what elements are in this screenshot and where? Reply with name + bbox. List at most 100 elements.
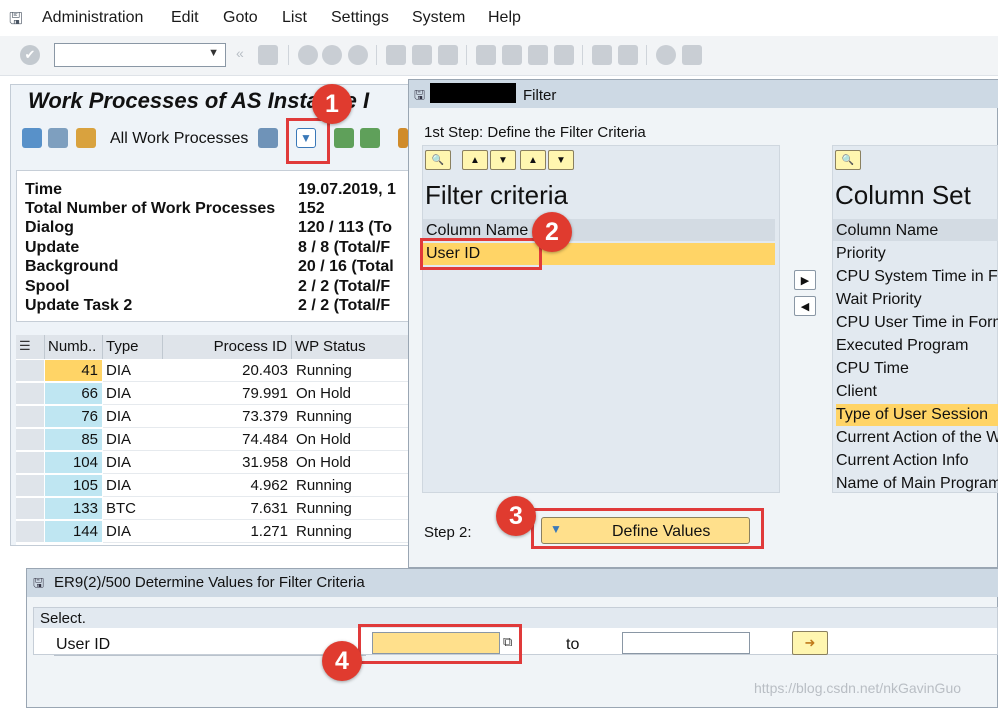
info-label: Background xyxy=(25,258,119,275)
move-down-icon[interactable]: ▼ xyxy=(490,150,516,170)
to-label: to xyxy=(566,636,580,653)
table-row[interactable]: 133 BTC 7.631 Running xyxy=(16,498,410,521)
sort-descending-icon[interactable] xyxy=(360,128,380,148)
cell-number: 144 xyxy=(45,521,102,543)
menu-system[interactable]: System xyxy=(412,9,465,27)
find-icon[interactable]: 🔍 xyxy=(425,150,451,170)
table-row[interactable]: 66 DIA 79.991 On Hold xyxy=(16,383,410,406)
step1-label: 1st Step: Define the Filter Criteria xyxy=(424,124,646,141)
dropdown-arrow-icon[interactable]: ▼ xyxy=(208,47,219,59)
table-row[interactable]: 104 DIA 31.958 On Hold xyxy=(16,452,410,475)
cell-number: 76 xyxy=(45,406,102,428)
column-set-item[interactable]: Priority xyxy=(836,243,998,265)
toolbar-separator xyxy=(582,45,583,65)
previous-page-icon[interactable] xyxy=(502,45,522,65)
find-icon[interactable]: 🔍 xyxy=(835,150,861,170)
double-chevron-left-icon[interactable]: « xyxy=(236,45,244,61)
table-row[interactable]: 41 DIA 20.403 Running xyxy=(16,360,410,383)
window-menu-icon[interactable]: 🖫 xyxy=(414,86,425,108)
toolbar-separator xyxy=(376,45,377,65)
window-menu-icon[interactable]: 🖫 xyxy=(33,574,44,596)
layout-icon[interactable] xyxy=(398,128,408,148)
cell-process-id: 7.631 xyxy=(163,498,292,520)
user-icon[interactable] xyxy=(76,128,96,148)
cell-process-id: 31.958 xyxy=(163,452,292,474)
callout-2: 2 xyxy=(532,212,572,252)
column-set-item[interactable]: Wait Priority xyxy=(836,289,998,311)
cell-number: 66 xyxy=(45,383,102,405)
user-id-to-input[interactable] xyxy=(622,632,750,654)
column-set-item[interactable]: Current Action of the W xyxy=(836,427,998,449)
cell-status: On Hold xyxy=(292,452,410,474)
column-header-process-id[interactable]: Process ID xyxy=(163,335,292,359)
cell-status: Running xyxy=(292,360,410,382)
cell-status: On Hold xyxy=(292,383,410,405)
enter-icon[interactable]: ✔ xyxy=(20,45,40,65)
move-bottom-icon[interactable]: ▼ xyxy=(548,150,574,170)
filter-criteria-heading: Filter criteria xyxy=(425,180,569,210)
column-set-item[interactable]: Current Action Info xyxy=(836,450,998,472)
first-page-icon[interactable] xyxy=(476,45,496,65)
column-set-item[interactable]: Executed Program xyxy=(836,335,998,357)
table-row[interactable]: 105 DIA 4.962 Running xyxy=(16,475,410,498)
sort-ascending-icon[interactable] xyxy=(334,128,354,148)
print-icon[interactable] xyxy=(386,45,406,65)
all-work-processes-button[interactable]: All Work Processes xyxy=(110,130,248,148)
move-right-icon[interactable]: ▶ xyxy=(794,270,816,290)
column-header-wp-status[interactable]: WP Status xyxy=(292,335,410,359)
find-next-icon[interactable] xyxy=(438,45,458,65)
exit-icon[interactable] xyxy=(322,45,342,65)
move-top-icon[interactable]: ▲ xyxy=(520,150,546,170)
table-row[interactable]: 144 DIA 1.271 Running xyxy=(16,521,410,544)
table-settings-icon[interactable]: ☰ xyxy=(16,335,45,359)
cell-type: DIA xyxy=(103,475,163,497)
callout-1: 1 xyxy=(312,84,352,124)
info-value: 8 / 8 (Total/F xyxy=(298,239,391,256)
cell-status: Running xyxy=(292,475,410,497)
menu-goto[interactable]: Goto xyxy=(223,9,258,27)
info-label: Update Task 2 xyxy=(25,297,133,314)
save-icon[interactable] xyxy=(258,45,278,65)
menu-help[interactable]: Help xyxy=(488,9,521,27)
last-page-icon[interactable] xyxy=(554,45,574,65)
multiple-selection-button[interactable]: ➜ xyxy=(792,631,828,655)
cell-process-id: 74.484 xyxy=(163,429,292,451)
customize-layout-icon[interactable] xyxy=(682,45,702,65)
info-label: Spool xyxy=(25,278,70,295)
menu-administration[interactable]: Administration xyxy=(42,9,143,27)
refresh-icon[interactable] xyxy=(22,128,42,148)
help-icon[interactable] xyxy=(656,45,676,65)
command-field[interactable]: ▼ xyxy=(54,43,226,67)
table-row[interactable]: 76 DIA 73.379 Running xyxy=(16,406,410,429)
column-set-column-header: Column Name xyxy=(833,219,998,241)
shortcut-icon[interactable] xyxy=(618,45,638,65)
menu-settings[interactable]: Settings xyxy=(331,9,389,27)
column-set-item[interactable]: CPU Time xyxy=(836,358,998,380)
column-set-item[interactable]: Client xyxy=(836,381,998,403)
next-page-icon[interactable] xyxy=(528,45,548,65)
info-label: Time xyxy=(25,181,63,198)
cell-type: BTC xyxy=(103,498,163,520)
move-left-icon[interactable]: ◀ xyxy=(794,296,816,316)
column-set-item[interactable]: Type of User Session xyxy=(836,404,998,426)
menu-edit[interactable]: Edit xyxy=(171,9,199,27)
column-header-number[interactable]: Numb.. xyxy=(45,335,103,359)
system-menu-icon[interactable]: 🖫 xyxy=(9,8,23,35)
callout-4: 4 xyxy=(322,641,362,681)
menu-list[interactable]: List xyxy=(282,9,307,27)
step2-label: Step 2: xyxy=(424,524,472,541)
column-set-item[interactable]: Name of Main Program xyxy=(836,473,998,495)
server-icon[interactable] xyxy=(258,128,278,148)
info-value: 120 / 113 (To xyxy=(298,219,392,236)
cell-type: DIA xyxy=(103,429,163,451)
move-up-icon[interactable]: ▲ xyxy=(462,150,488,170)
cancel-icon[interactable] xyxy=(348,45,368,65)
table-row[interactable]: 85 DIA 74.484 On Hold xyxy=(16,429,410,452)
column-header-type[interactable]: Type xyxy=(103,335,163,359)
column-set-item[interactable]: CPU User Time in Form xyxy=(836,312,998,334)
column-set-item[interactable]: CPU System Time in Fo xyxy=(836,266,998,288)
create-session-icon[interactable] xyxy=(592,45,612,65)
back-icon[interactable] xyxy=(298,45,318,65)
find-icon[interactable] xyxy=(412,45,432,65)
details-icon[interactable] xyxy=(48,128,68,148)
